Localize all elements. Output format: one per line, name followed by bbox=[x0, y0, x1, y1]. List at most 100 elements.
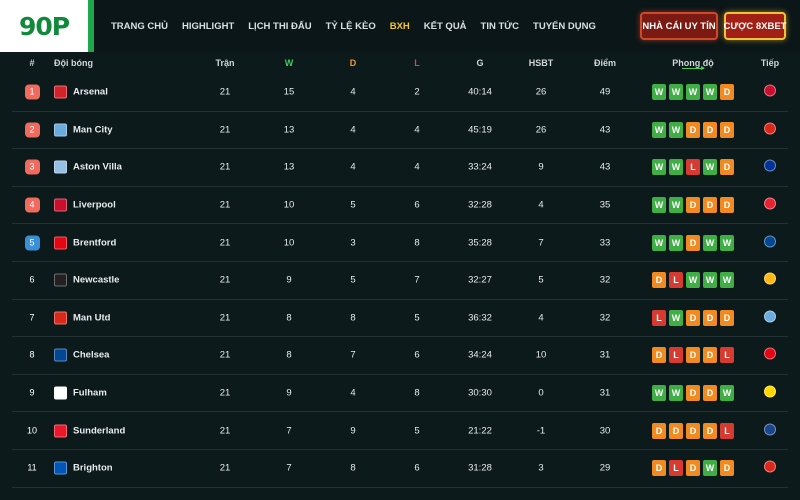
lost-cell: 6 bbox=[414, 462, 420, 474]
next-opponent-cell[interactable] bbox=[758, 122, 782, 137]
team-cell[interactable]: Newcastle bbox=[54, 273, 119, 287]
next-opponent-cell[interactable] bbox=[758, 235, 782, 250]
next-opponent-cell[interactable] bbox=[758, 272, 782, 288]
won-cell: 13 bbox=[283, 124, 295, 136]
team-cell[interactable]: Arsenal bbox=[54, 85, 108, 99]
goal-difference-cell: 26 bbox=[535, 86, 547, 98]
table-row[interactable]: 3 Aston Villa 21 13 4 4 33:24 9 43 WWLWD bbox=[12, 149, 788, 187]
table-row[interactable]: 4 Liverpool 21 10 5 6 32:28 4 35 WWDDD bbox=[12, 187, 788, 225]
table-row[interactable]: 2 Man City 21 13 4 4 45:19 26 43 WWDDD bbox=[12, 112, 788, 150]
team-crest-icon bbox=[54, 123, 67, 137]
next-opponent-cell[interactable] bbox=[758, 84, 782, 100]
col-next: Tiếp bbox=[760, 58, 780, 68]
played-cell: 21 bbox=[219, 199, 231, 211]
next-opponent-crest-icon bbox=[764, 347, 776, 360]
team-cell[interactable]: Chelsea bbox=[54, 348, 110, 362]
team-cell[interactable]: Brentford bbox=[54, 236, 116, 250]
goal-difference-cell: 4 bbox=[538, 312, 544, 324]
form-result: D bbox=[703, 347, 717, 364]
nav-item[interactable]: BXH bbox=[390, 21, 410, 32]
trusted-bookmaker-button[interactable]: NHÀ CÁI UY TÍN bbox=[640, 12, 718, 40]
nav-item[interactable]: HIGHLIGHT bbox=[182, 21, 234, 32]
team-cell[interactable]: Liverpool bbox=[54, 198, 116, 212]
team-cell[interactable]: Aston Villa bbox=[54, 160, 122, 174]
goals-cell: 33:24 bbox=[468, 161, 492, 173]
rank-badge: 9 bbox=[29, 387, 35, 398]
next-opponent-cell[interactable] bbox=[758, 159, 782, 175]
standings-table: # Đội bóng Trận W D L G HSBT Điểm Phong … bbox=[12, 52, 788, 488]
rank-badge: 8 bbox=[29, 349, 35, 360]
lost-cell: 8 bbox=[414, 387, 420, 399]
form-result: L bbox=[669, 460, 683, 477]
table-row[interactable]: 1 Arsenal 21 15 4 2 40:14 26 49 WWWWD bbox=[12, 74, 788, 112]
lost-cell: 4 bbox=[414, 161, 420, 173]
form-cell: WWDWW bbox=[650, 234, 736, 251]
next-opponent-cell[interactable] bbox=[758, 197, 782, 213]
bet-button[interactable]: CƯỢC 8XBET bbox=[724, 12, 786, 40]
goals-cell: 32:28 bbox=[468, 199, 492, 211]
lost-cell: 8 bbox=[414, 237, 420, 249]
nav-item[interactable]: TỶ LỆ KÈO bbox=[326, 21, 376, 32]
form-result: W bbox=[669, 197, 683, 214]
rank-badge: 10 bbox=[26, 425, 37, 436]
form-result: W bbox=[686, 84, 700, 101]
team-crest-icon bbox=[54, 424, 67, 438]
next-opponent-cell[interactable] bbox=[758, 310, 782, 325]
next-opponent-crest-icon bbox=[764, 122, 776, 135]
form-result: D bbox=[703, 197, 717, 214]
form-result: W bbox=[652, 159, 666, 176]
next-opponent-cell[interactable] bbox=[758, 460, 782, 476]
goal-difference-cell: 5 bbox=[538, 274, 544, 286]
form-result: D bbox=[703, 422, 717, 439]
table-row[interactable]: 10 Sunderland 21 7 9 5 21:22 -1 30 DDDDL bbox=[12, 412, 788, 450]
team-crest-icon bbox=[54, 273, 67, 287]
team-crest-icon bbox=[54, 85, 67, 99]
nav-item[interactable]: TIN TỨC bbox=[481, 21, 520, 32]
goal-difference-cell: 9 bbox=[538, 161, 544, 173]
table-row[interactable]: 11 Brighton 21 7 8 6 31:28 3 29 DLDWD bbox=[12, 450, 788, 488]
won-cell: 13 bbox=[283, 161, 295, 173]
table-row[interactable]: 8 Chelsea 21 8 7 6 34:24 10 31 DLDDL bbox=[12, 337, 788, 375]
form-result: D bbox=[686, 234, 700, 251]
team-cell[interactable]: Fulham bbox=[54, 386, 107, 400]
table-row[interactable]: 9 Fulham 21 9 4 8 30:30 0 31 WWDDW bbox=[12, 375, 788, 413]
site-logo[interactable]: 90P bbox=[0, 0, 94, 52]
won-cell: 9 bbox=[286, 274, 292, 286]
lost-cell: 5 bbox=[414, 312, 420, 324]
team-name: Liverpool bbox=[73, 199, 116, 211]
rank-badge: 7 bbox=[29, 312, 35, 323]
next-opponent-cell[interactable] bbox=[758, 423, 782, 438]
form-result: D bbox=[686, 121, 700, 138]
goal-difference-cell: -1 bbox=[536, 425, 546, 437]
form-result: D bbox=[686, 347, 700, 364]
rank-badge: 11 bbox=[27, 462, 37, 473]
team-cell[interactable]: Man City bbox=[54, 123, 113, 137]
form-result: L bbox=[669, 347, 683, 364]
team-cell[interactable]: Man Utd bbox=[54, 311, 110, 325]
next-opponent-cell[interactable] bbox=[758, 385, 782, 401]
rank-cell: 1 bbox=[20, 84, 44, 100]
rank-cell: 9 bbox=[20, 386, 44, 401]
nav-item[interactable]: TUYỂN DỤNG bbox=[533, 21, 596, 32]
team-cell[interactable]: Brighton bbox=[54, 461, 113, 475]
next-opponent-cell[interactable] bbox=[758, 347, 782, 363]
points-cell: 29 bbox=[599, 462, 611, 474]
table-row[interactable]: 6 Newcastle 21 9 5 7 32:27 5 32 DLWWW bbox=[12, 262, 788, 300]
nav-item[interactable]: TRANG CHỦ bbox=[111, 21, 168, 32]
team-crest-icon bbox=[54, 160, 67, 174]
team-name: Chelsea bbox=[73, 349, 110, 361]
nav-item[interactable]: KẾT QUẢ bbox=[424, 21, 467, 32]
nav-item[interactable]: LỊCH THI ĐẤU bbox=[248, 21, 311, 32]
col-form: Phong độ bbox=[672, 58, 714, 68]
table-row[interactable]: 5 Brentford 21 10 3 8 35:28 7 33 WWDWW bbox=[12, 224, 788, 262]
team-cell[interactable]: Sunderland bbox=[54, 424, 125, 438]
form-result: W bbox=[703, 272, 717, 289]
table-row[interactable]: 7 Man Utd 21 8 8 5 36:32 4 32 LWDDD bbox=[12, 300, 788, 338]
team-name: Aston Villa bbox=[73, 161, 122, 173]
form-result: D bbox=[669, 422, 683, 439]
form-result: D bbox=[652, 422, 666, 439]
form-result: W bbox=[720, 272, 734, 289]
lost-cell: 5 bbox=[414, 425, 420, 437]
form-result: W bbox=[686, 272, 700, 289]
drawn-cell: 3 bbox=[350, 237, 356, 249]
